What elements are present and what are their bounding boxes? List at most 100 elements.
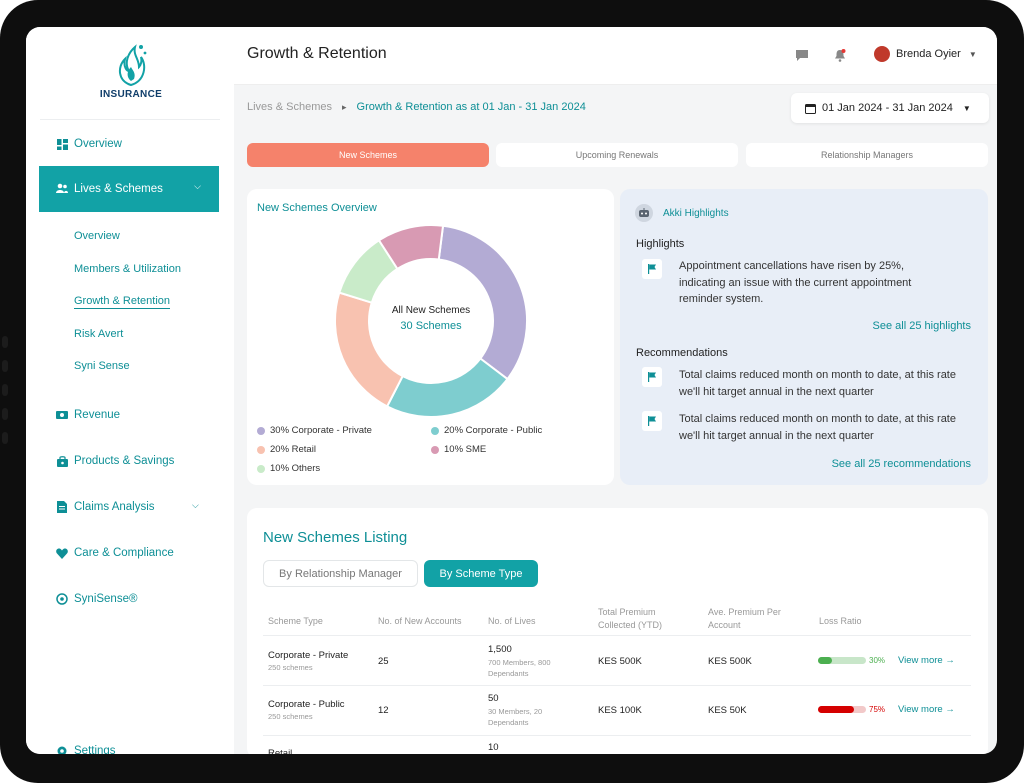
column-header: Scheme Type [268, 616, 323, 626]
sidebar-item-care-compliance[interactable]: Care & Compliance [56, 542, 174, 564]
average-premium: KES 500K [708, 656, 752, 667]
column-header: No. of New Accounts [378, 616, 462, 626]
legend-swatch [257, 445, 265, 454]
flag-icon [642, 259, 662, 279]
logo-flame-icon [118, 44, 147, 87]
sub-item-overview[interactable]: Overview [74, 230, 120, 242]
breadcrumb: Lives & Schemes ▸ Growth & Retention as … [247, 101, 586, 113]
recommendations-section-title: Recommendations [636, 347, 728, 359]
user-menu[interactable]: Brenda Oyier ▼ [866, 39, 990, 69]
highlights-header: Akki Highlights [663, 208, 729, 219]
donut-slice[interactable] [385, 357, 509, 418]
see-all-recommendations-link[interactable]: See all 25 recommendations [832, 458, 971, 470]
device-side-button [2, 336, 8, 348]
tab-new-schemes[interactable]: New Schemes [247, 143, 489, 167]
lives-count: 50 [488, 693, 499, 704]
chevron-down-icon[interactable]: ⌵ [192, 500, 199, 511]
by-scheme-type-toggle[interactable]: By Scheme Type [424, 560, 538, 587]
lives-detail: 30 Members, 20 Dependants [488, 707, 543, 727]
highlight-text: Appointment cancellations have risen by … [679, 260, 912, 305]
loss-ratio-label: 30% [869, 656, 886, 665]
highlights-section-title: Highlights [636, 238, 685, 250]
device-side-button [2, 384, 8, 396]
legend-swatch [257, 464, 265, 473]
sidebar-item-label: Care & Compliance [74, 547, 174, 559]
see-all-highlights-link[interactable]: See all 25 highlights [873, 320, 971, 332]
legend-label: 30% Corporate - Private [270, 425, 372, 436]
lives-count: 10 [488, 742, 499, 753]
loss-ratio-fill [818, 706, 854, 713]
chevron-down-icon: ▼ [968, 49, 977, 59]
user-name: Brenda Oyier [896, 48, 961, 60]
logo-text: INSURANCE [99, 89, 163, 100]
new-accounts: 12 [378, 705, 389, 716]
app-screen: INSURANCE Overview Lives & Schemes ⌵ Ove… [26, 27, 997, 754]
robot-icon [635, 204, 653, 222]
sub-item-growth-retention[interactable]: Growth & Retention [74, 295, 170, 307]
legend-label: 20% Retail [270, 444, 316, 455]
new-schemes-overview-card: New Schemes Overview All New Schemes 30 … [247, 189, 614, 485]
legend-label: 10% SME [444, 444, 487, 455]
by-relationship-manager-toggle[interactable]: By Relationship Manager [263, 560, 418, 587]
sub-item-risk-avert[interactable]: Risk Avert [74, 328, 123, 340]
table-row[interactable]: Corporate - Public 250 schemes 12 50 30 … [263, 685, 971, 735]
avatar [874, 46, 890, 62]
legend-label: 20% Corporate - Public [444, 425, 543, 436]
sub-item-syni-sense[interactable]: Syni Sense [74, 360, 130, 372]
sidebar-item-products-savings[interactable]: Products & Savings [56, 450, 174, 472]
column-header: Ave. Premium Per Account [708, 607, 781, 630]
sidebar-item-claims-analysis[interactable]: Claims Analysis [56, 496, 155, 518]
total-premium: KES 500K [598, 656, 642, 667]
table-row[interactable]: Retail 10 [263, 735, 971, 754]
sidebar-item-label: Revenue [74, 409, 121, 421]
loss-ratio-label: 75% [869, 705, 886, 714]
chat-button[interactable] [788, 41, 816, 69]
scheme-type: Corporate - Private [268, 650, 349, 661]
akki-highlights-card: Akki Highlights Highlights Appointment c… [620, 189, 988, 485]
new-accounts: 25 [378, 656, 389, 667]
column-header: No. of Lives [488, 616, 536, 626]
tab-relationship-managers[interactable]: Relationship Managers [746, 143, 988, 167]
donut-slice[interactable] [437, 224, 528, 381]
lives-count: 1,500 [488, 644, 512, 655]
document-icon [56, 501, 68, 513]
view-more-link[interactable]: View more → [898, 704, 955, 715]
grid-icon [56, 138, 68, 150]
scheme-count: 250 schemes [268, 712, 313, 721]
loss-ratio-bar [818, 706, 866, 713]
date-range-picker[interactable]: 01 Jan 2024 - 31 Jan 2024 ▼ [791, 93, 989, 123]
new-schemes-listing-card: New Schemes Listing By Relationship Mana… [247, 508, 988, 754]
legend-swatch [431, 445, 439, 454]
table-row[interactable]: Corporate - Private 250 schemes 25 1,500… [263, 635, 971, 685]
legend-swatch [257, 426, 265, 435]
sidebar-item-lives-schemes[interactable]: Lives & Schemes ⌵ [39, 166, 219, 212]
flag-icon [642, 367, 662, 387]
heart-icon [56, 547, 68, 559]
sub-item-members-utilization[interactable]: Members & Utilization [74, 263, 181, 275]
scheme-type: Corporate - Public [268, 699, 345, 710]
legend-item: 10% SME [431, 444, 486, 455]
bag-icon [56, 455, 68, 467]
chevron-right-icon: ▸ [341, 101, 347, 112]
logo[interactable]: INSURANCE [86, 41, 176, 100]
gear-icon [56, 745, 68, 754]
notifications-button[interactable] [826, 41, 854, 69]
sidebar-item-settings[interactable]: Settings [56, 740, 116, 754]
column-header: Loss Ratio [819, 616, 862, 626]
view-more-link[interactable]: View more → [898, 655, 955, 666]
sidebar-item-label: Lives & Schemes [74, 183, 163, 195]
sidebar: INSURANCE Overview Lives & Schemes ⌵ Ove… [26, 27, 234, 754]
sidebar-item-overview[interactable]: Overview [56, 133, 122, 155]
card-title: New Schemes Overview [257, 202, 377, 214]
legend-swatch [431, 426, 439, 435]
people-icon [56, 183, 68, 195]
legend-item: 20% Retail [257, 444, 316, 455]
sidebar-item-revenue[interactable]: Revenue [56, 404, 120, 426]
tab-upcoming-renewals[interactable]: Upcoming Renewals [496, 143, 738, 167]
chat-icon [796, 49, 808, 61]
breadcrumb-parent[interactable]: Lives & Schemes [247, 101, 332, 113]
lives-detail: 700 Members, 800 Dependants [488, 658, 551, 678]
sidebar-item-synisense[interactable]: SyniSense® [56, 588, 137, 610]
legend-item: 30% Corporate - Private [257, 425, 372, 436]
legend-item: 10% Others [257, 463, 320, 474]
